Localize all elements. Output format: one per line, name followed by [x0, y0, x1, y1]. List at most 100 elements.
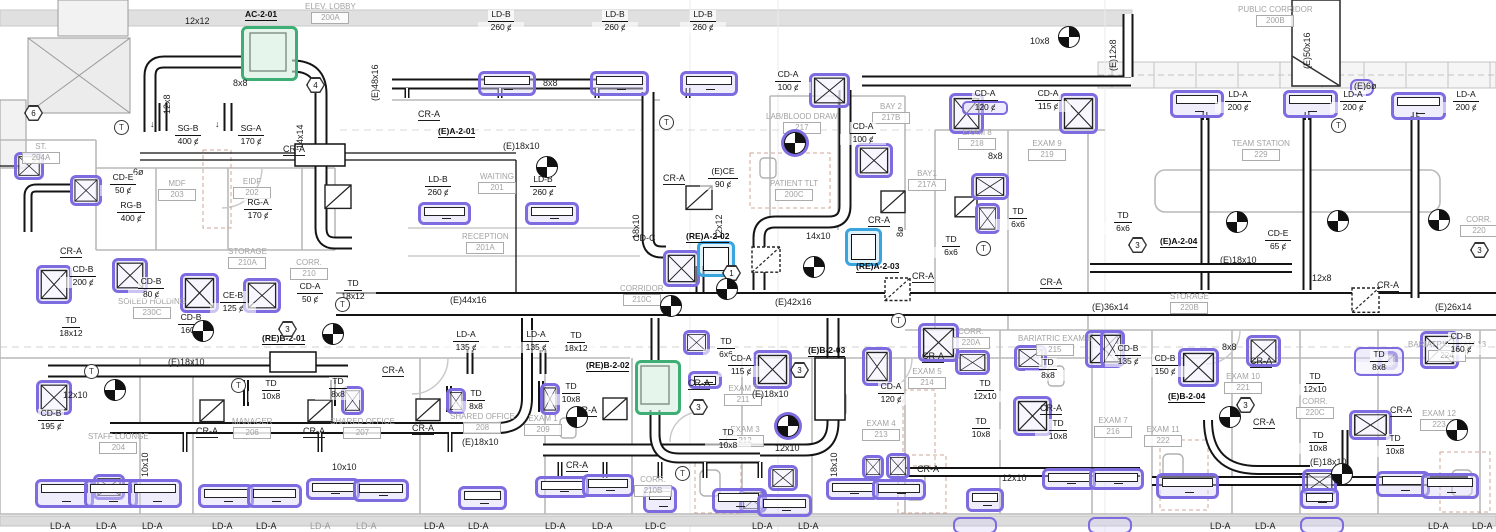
linear-diffuser-highlight[interactable]	[1300, 488, 1339, 509]
duct-size-label: 8ø	[895, 226, 905, 237]
room-tag: EXAM 7 216	[1094, 416, 1132, 438]
linear-diffuser-highlight[interactable]	[418, 202, 471, 225]
linear-diffuser-highlight[interactable]	[198, 484, 254, 508]
ceiling-diffuser-highlight[interactable]	[955, 350, 990, 375]
diffuser-slot	[588, 479, 628, 488]
room-name: CORR.	[296, 258, 322, 267]
duct-size-label: 8x8	[233, 78, 248, 88]
text-highlight-pill[interactable]	[1088, 517, 1132, 532]
room-name: EXAM 4	[866, 419, 896, 428]
diffuser-glyph	[74, 179, 98, 202]
diffuser-tick	[850, 493, 860, 497]
linear-diffuser-highlight[interactable]	[1391, 92, 1446, 120]
linear-diffuser-highlight[interactable]	[1156, 473, 1219, 499]
linear-diffuser-highlight[interactable]	[478, 71, 536, 96]
target-symbol	[1428, 209, 1450, 231]
device-label: CD-A 100 ȼ	[765, 69, 811, 93]
room-name: EXAM 12	[1422, 409, 1456, 418]
device-value: 160 ȼ	[1438, 343, 1484, 355]
room-name: STORAGE	[1170, 292, 1209, 301]
linear-diffuser-highlight[interactable]	[128, 479, 182, 508]
device-label: TD 10x8	[705, 427, 751, 451]
device-name: TD	[262, 378, 280, 391]
room-number: 204	[99, 442, 138, 454]
diffuser-tick	[1317, 502, 1327, 506]
room-number: 229	[1241, 149, 1280, 161]
thermostat-tag: T	[659, 115, 674, 130]
device-value: 10x8	[958, 428, 1004, 440]
device-label: (E)CE 90 ȼ	[700, 166, 746, 190]
room-tag: CORRIDOR 210C	[620, 284, 664, 306]
device-name: TD	[972, 416, 990, 429]
ceiling-diffuser-highlight[interactable]	[768, 465, 798, 491]
target-symbol	[1331, 463, 1353, 485]
text-highlight-pill[interactable]	[1300, 517, 1344, 532]
device-label: TD 8x8	[315, 376, 361, 400]
highlighted-target-symbol[interactable]	[777, 415, 799, 437]
room-tag: STAFF LOUNGE 204	[88, 432, 149, 454]
linear-diffuser-highlight[interactable]	[966, 488, 1004, 512]
linear-diffuser-highlight[interactable]	[1042, 468, 1096, 490]
device-name: CD-B	[1114, 343, 1142, 356]
linear-diffuser-highlight[interactable]	[680, 71, 738, 96]
diffuser-tick	[896, 493, 906, 497]
duct-size-label: LD-A	[592, 521, 613, 531]
device-name: (E)CE	[708, 166, 738, 179]
linear-diffuser-highlight[interactable]	[306, 478, 360, 500]
room-number: 220C	[1296, 407, 1334, 419]
device-name: CD-E	[109, 172, 137, 185]
room-tag: EXAM 4 213	[862, 419, 900, 441]
diffuser-slot	[972, 493, 998, 502]
linear-diffuser-highlight[interactable]	[1089, 468, 1144, 490]
device-name: LD-A	[1225, 89, 1251, 102]
linear-diffuser-highlight[interactable]	[582, 474, 634, 497]
ceiling-diffuser-highlight[interactable]	[862, 455, 884, 479]
linear-diffuser-highlight[interactable]	[247, 484, 302, 508]
linear-diffuser-highlight[interactable]	[872, 479, 926, 500]
device-name: LD-B	[690, 9, 716, 22]
duct-size-label: 10x10	[140, 452, 150, 477]
device-value: 6x6	[928, 246, 974, 258]
duct-size-label: ↓	[215, 119, 220, 129]
ceiling-diffuser-highlight[interactable]	[971, 173, 1009, 200]
ac-unit-highlight-green[interactable]	[635, 360, 681, 415]
ceiling-diffuser-highlight[interactable]	[855, 143, 893, 178]
ceiling-diffuser-highlight[interactable]	[886, 453, 910, 479]
device-label: TD 12x10	[962, 378, 1008, 402]
device-label: TD 6x6	[1100, 210, 1146, 234]
room-tag: CORR. 220	[1460, 215, 1496, 237]
duct-size-label: LD-A	[468, 521, 489, 531]
ceiling-diffuser-highlight[interactable]	[809, 73, 850, 108]
target-symbol	[1226, 211, 1248, 233]
room-name: MANAGER	[232, 417, 273, 426]
ac-unit-highlight-green[interactable]	[241, 26, 298, 81]
linear-diffuser-highlight[interactable]	[525, 202, 579, 225]
diffuser-glyph	[859, 147, 889, 174]
device-name: TD	[329, 376, 347, 389]
ceiling-diffuser-highlight[interactable]	[663, 250, 700, 287]
highlighted-target-symbol[interactable]	[784, 132, 806, 154]
linear-diffuser-highlight[interactable]	[757, 494, 812, 517]
linear-diffuser-highlight[interactable]	[535, 476, 589, 498]
room-tag: STORAGE 220B	[1170, 292, 1209, 314]
room-name: EXAM 10	[1226, 372, 1260, 381]
device-label: RG-A 170 ȼ	[235, 197, 281, 221]
device-name: TD	[1306, 371, 1324, 384]
device-name: TD	[562, 381, 580, 394]
linear-diffuser-highlight[interactable]	[1421, 473, 1479, 499]
duct-size-label: CR-A	[1390, 405, 1412, 417]
device-name: TD	[344, 278, 362, 291]
device-label: SG-A 170 ȼ	[228, 123, 274, 147]
text-highlight-pill[interactable]	[953, 517, 997, 532]
device-value: 65 ȼ	[1255, 240, 1301, 252]
linear-diffuser-highlight[interactable]	[458, 486, 507, 510]
linear-diffuser-highlight[interactable]	[353, 479, 409, 502]
duct-size-label: 12x10	[63, 390, 88, 400]
duct-size-label: 8x8	[988, 151, 1003, 161]
device-value: 260 ȼ	[478, 21, 524, 33]
ceiling-diffuser-highlight[interactable]	[70, 175, 102, 206]
duct-size-label: CR-A	[1250, 356, 1272, 368]
linear-diffuser-highlight[interactable]	[590, 71, 649, 96]
device-name: LD-B	[602, 9, 628, 22]
duct-size-label: LD-A	[212, 521, 233, 531]
